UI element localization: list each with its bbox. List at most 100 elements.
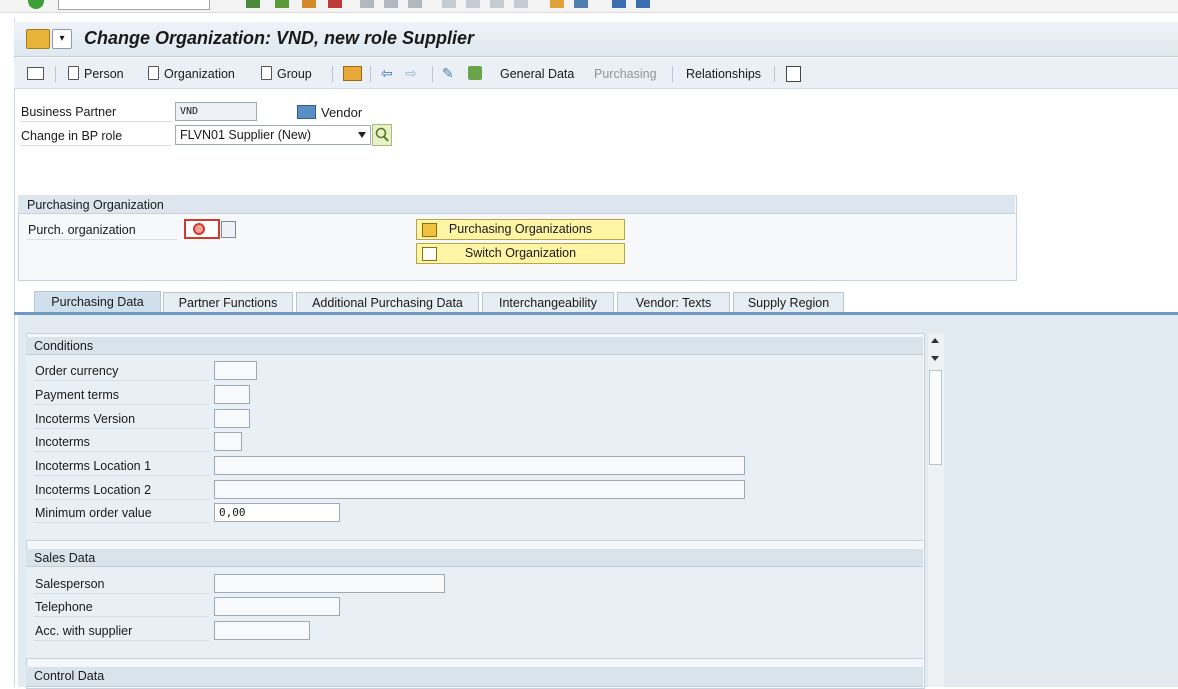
tab-partner-functions[interactable]: Partner Functions <box>163 292 293 313</box>
next-icon[interactable]: ⇨ <box>405 64 417 82</box>
business-partner-field[interactable]: VND <box>175 102 257 121</box>
find-icon[interactable] <box>384 0 398 8</box>
salesperson-field[interactable] <box>214 574 445 593</box>
group-label: Group <box>277 67 312 81</box>
bp-type-label: Vendor <box>321 105 363 120</box>
document-icon <box>261 66 272 80</box>
general-data-button[interactable]: General Data <box>500 65 574 83</box>
order-currency-label: Order currency <box>35 364 119 378</box>
document-flow-icon[interactable] <box>786 66 801 82</box>
first-page-icon[interactable] <box>442 0 456 8</box>
label-underline <box>34 451 209 452</box>
scrollbar-thumb[interactable] <box>929 370 942 465</box>
save-icon[interactable] <box>246 0 260 8</box>
person-button[interactable]: Person <box>68 65 124 83</box>
previous-icon[interactable]: ⇦ <box>381 64 393 82</box>
label-underline <box>34 593 209 594</box>
incoterms-location-1-field[interactable] <box>214 456 745 475</box>
menu-icon[interactable] <box>26 29 50 49</box>
switch-icon <box>422 247 437 261</box>
organization-button[interactable]: Organization <box>148 65 235 83</box>
bp-role-value: FLVN01 Supplier (New) <box>180 128 312 142</box>
factory-icon <box>297 105 316 119</box>
purchasing-organizations-button[interactable]: Purchasing Organizations <box>416 219 625 240</box>
telephone-label: Telephone <box>35 600 93 614</box>
label-underline <box>34 404 209 405</box>
toolbar-separator <box>332 66 333 82</box>
telephone-field[interactable] <box>214 597 340 616</box>
switch-organization-label: Switch Organization <box>464 246 577 260</box>
group-button[interactable]: Group <box>261 65 312 83</box>
tab-purchasing-data[interactable]: Purchasing Data <box>34 291 161 314</box>
incoterms-location-2-label: Incoterms Location 2 <box>35 483 152 497</box>
org-list-icon <box>422 223 437 237</box>
purchasing-button[interactable]: Purchasing <box>594 65 657 83</box>
relationships-button[interactable]: Relationships <box>686 65 761 83</box>
open-folder-icon[interactable] <box>343 66 362 81</box>
page-title: Change Organization: VND, new role Suppl… <box>84 28 475 48</box>
exit-icon[interactable] <box>302 0 316 8</box>
acc-with-supplier-label: Acc. with supplier <box>35 624 133 638</box>
label-underline <box>34 616 209 617</box>
toolbar-separator <box>672 66 673 82</box>
where-used-icon[interactable] <box>468 66 482 80</box>
label-underline <box>34 640 209 641</box>
label-underline <box>27 239 177 240</box>
tab-supply-region[interactable]: Supply Region <box>733 292 844 313</box>
sales-data-section-header: Sales Data <box>26 549 923 567</box>
value-help-icon[interactable] <box>221 221 236 238</box>
minimum-order-value-field[interactable]: 0,00 <box>214 503 340 522</box>
shortcut-icon[interactable] <box>574 0 588 8</box>
business-partner-label: Business Partner <box>21 105 117 119</box>
cancel-icon[interactable] <box>328 0 342 8</box>
last-page-icon[interactable] <box>514 0 528 8</box>
scroll-up-icon[interactable] <box>931 338 939 343</box>
previous-page-icon[interactable] <box>466 0 480 8</box>
back-icon[interactable] <box>275 0 289 8</box>
menu-dropdown-icon[interactable]: ▾ <box>52 29 72 49</box>
tab-interchangeability[interactable]: Interchangeability <box>482 292 614 313</box>
label-underline <box>20 145 172 146</box>
tab-additional-purchasing-data[interactable]: Additional Purchasing Data <box>296 292 479 313</box>
incoterms-label: Incoterms <box>35 435 90 449</box>
command-field[interactable] <box>58 0 210 10</box>
scroll-down-icon[interactable] <box>931 356 939 361</box>
incoterms-field[interactable] <box>214 432 242 451</box>
label-underline <box>34 475 209 476</box>
chevron-down-icon[interactable] <box>358 132 366 138</box>
minimum-order-value-label: Minimum order value <box>35 506 152 520</box>
document-icon <box>148 66 159 80</box>
magnifier-icon[interactable] <box>372 124 392 146</box>
label-underline <box>34 499 209 500</box>
label-underline <box>34 522 209 523</box>
print-icon[interactable] <box>360 0 374 8</box>
locator-toggle-icon[interactable] <box>27 67 44 80</box>
label-underline <box>34 380 209 381</box>
bp-role-dropdown[interactable]: FLVN01 Supplier (New) <box>175 125 371 145</box>
tab-vendor-texts[interactable]: Vendor: Texts <box>617 292 730 313</box>
document-icon <box>68 66 79 80</box>
control-data-section-header: Control Data <box>26 667 923 687</box>
find-next-icon[interactable] <box>408 0 422 8</box>
acc-with-supplier-field[interactable] <box>214 621 310 640</box>
switch-display-change-icon[interactable]: ✎ <box>442 64 454 82</box>
payment-terms-field[interactable] <box>214 385 250 404</box>
next-page-icon[interactable] <box>490 0 504 8</box>
toolbar-separator <box>370 66 371 82</box>
conditions-section-header: Conditions <box>26 337 923 355</box>
new-session-icon[interactable] <box>550 0 564 8</box>
incoterms-location-2-field[interactable] <box>214 480 745 499</box>
switch-organization-button[interactable]: Switch Organization <box>416 243 625 264</box>
help-icon[interactable] <box>612 0 626 8</box>
incoterms-version-field[interactable] <box>214 409 250 428</box>
customize-layout-icon[interactable] <box>636 0 650 8</box>
incoterms-version-label: Incoterms Version <box>35 412 136 426</box>
sales-data-section <box>26 567 923 659</box>
person-label: Person <box>84 67 124 81</box>
salesperson-label: Salesperson <box>35 577 105 591</box>
purchasing-org-group-header <box>18 195 1015 214</box>
organization-label: Organization <box>164 67 235 81</box>
order-currency-field[interactable] <box>214 361 257 380</box>
purch-org-label: Purch. organization <box>28 223 136 237</box>
incoterms-location-1-label: Incoterms Location 1 <box>35 459 152 473</box>
